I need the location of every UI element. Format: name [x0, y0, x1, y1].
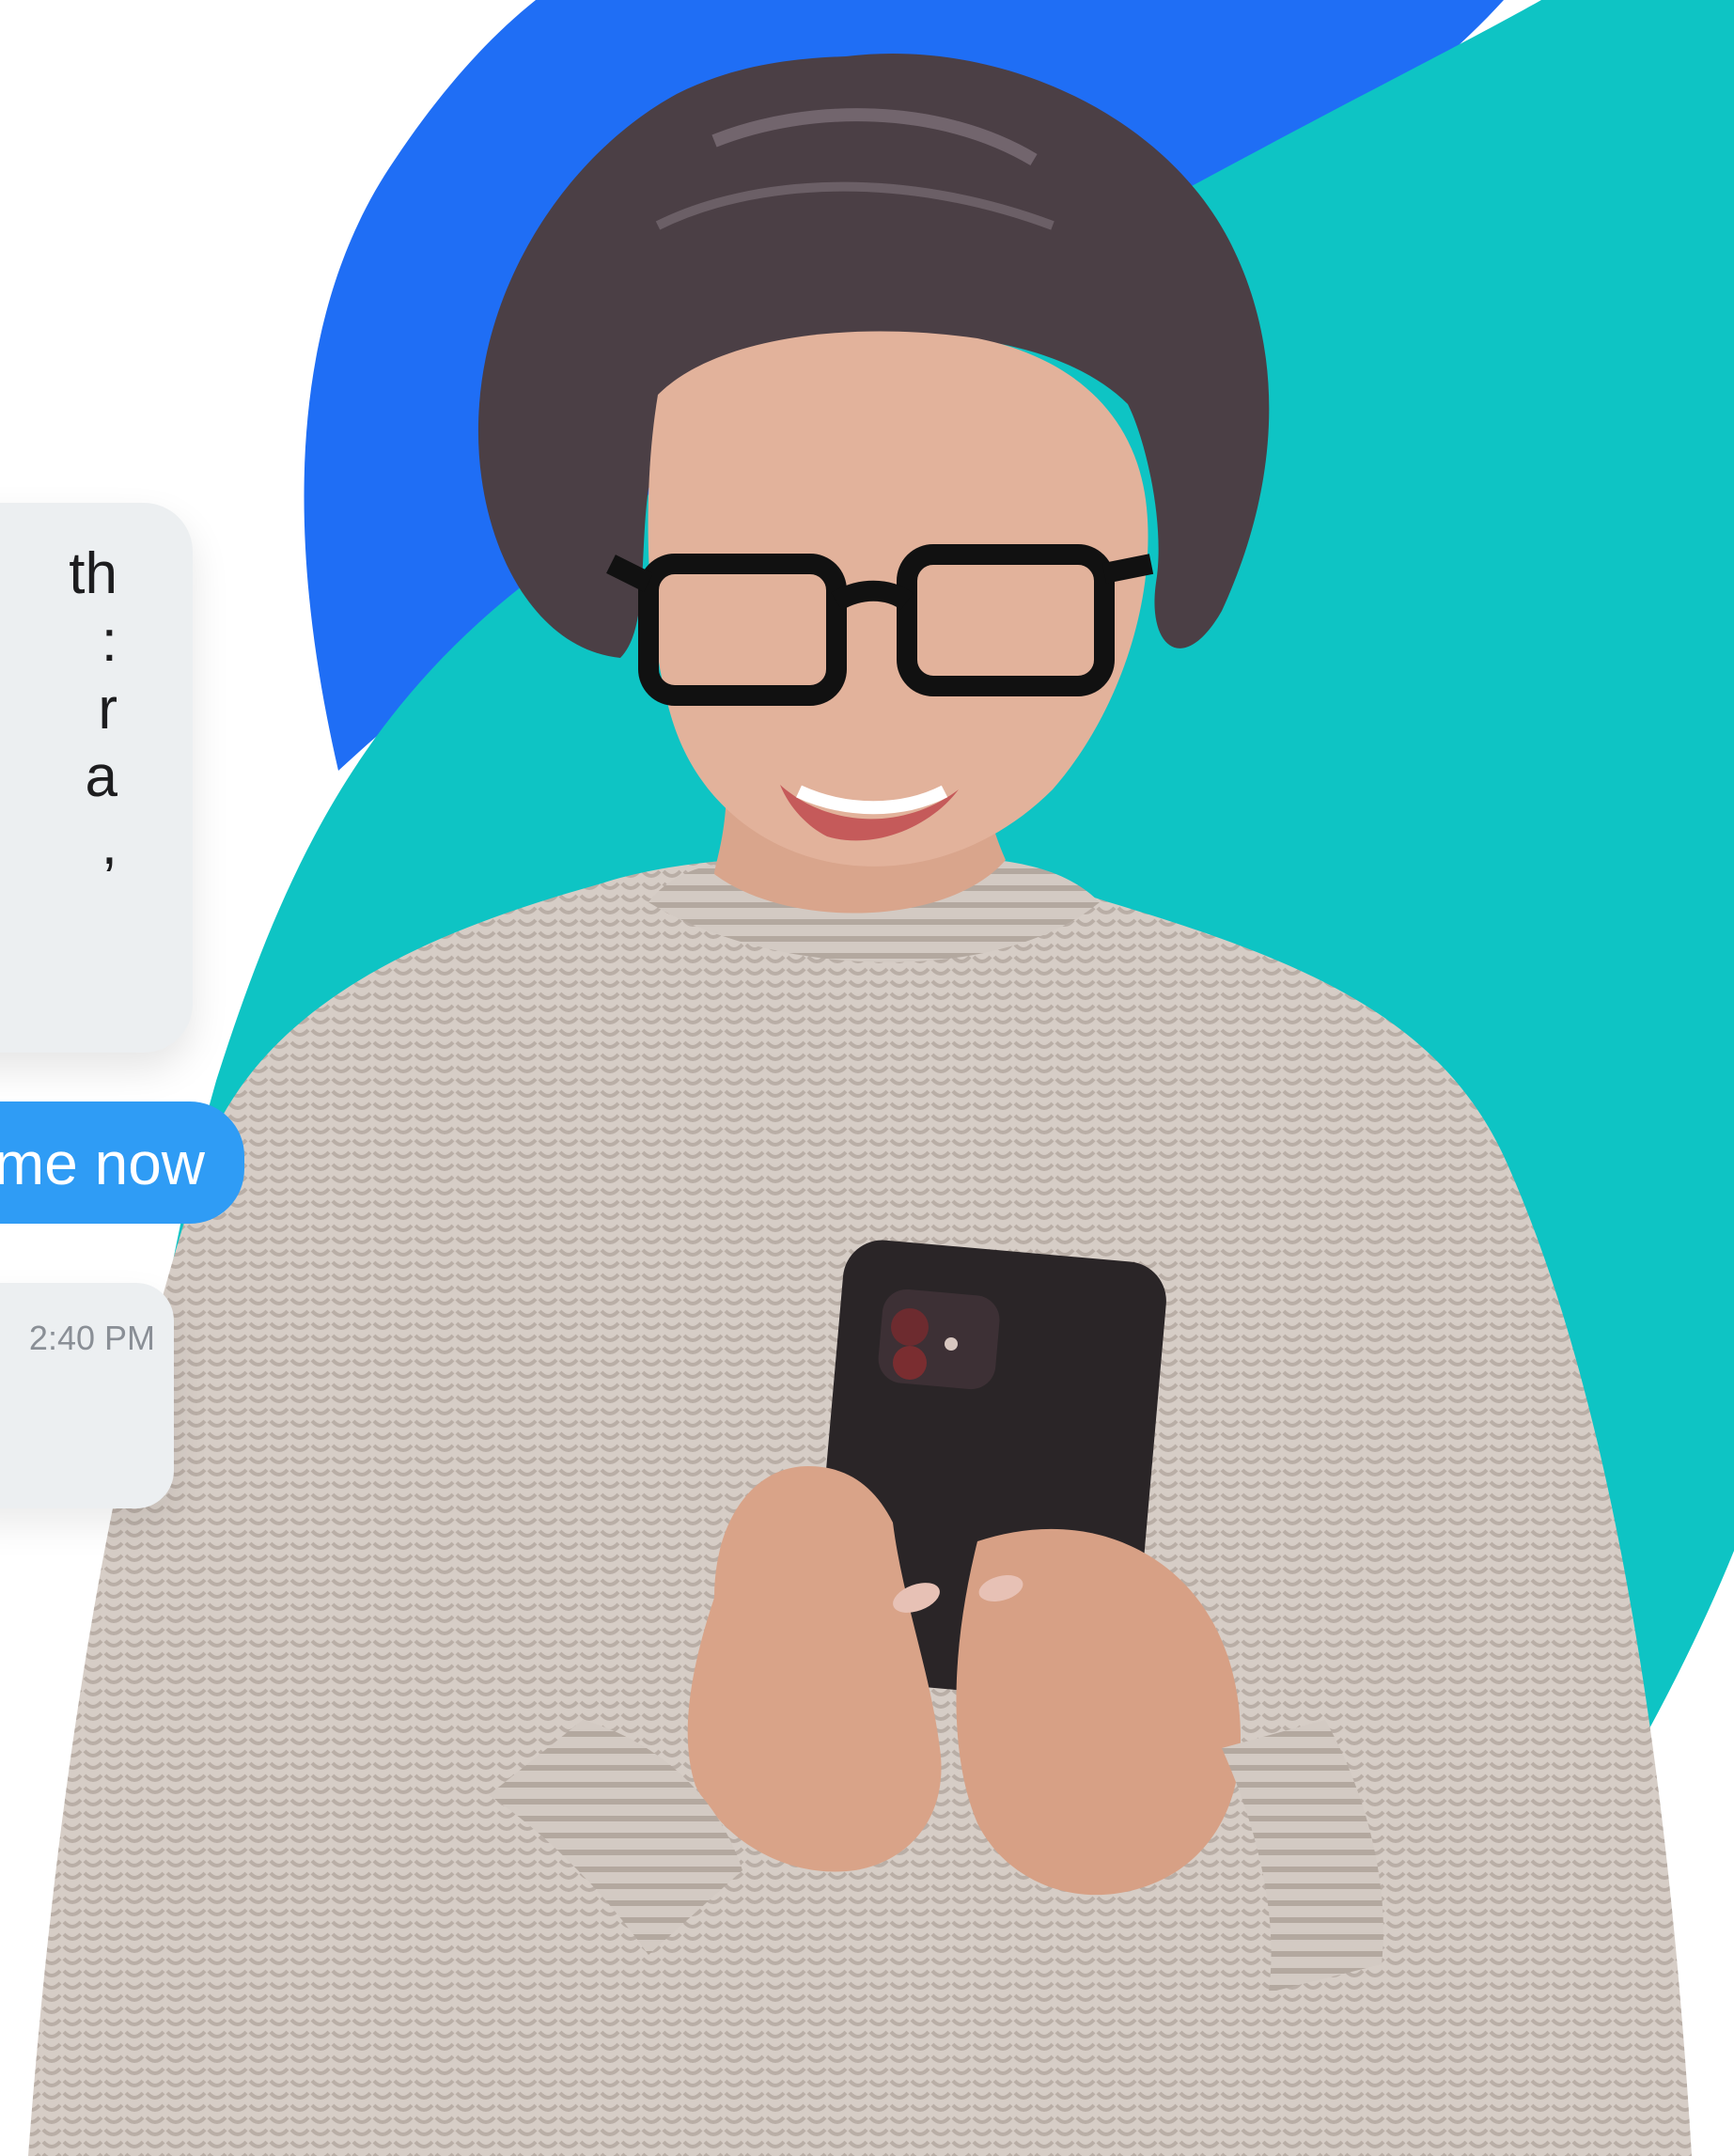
- received-line-1: th: [69, 541, 117, 606]
- received-line-3: r: [98, 677, 117, 742]
- received-line-2: :: [101, 609, 117, 674]
- sent-message-text: me now: [0, 1130, 205, 1197]
- received-message-text: th : r a ,: [0, 540, 117, 879]
- received-message-bubble: th : r a ,: [0, 503, 193, 1053]
- received-line-5: ,: [101, 812, 117, 877]
- sent-message-bubble: me now: [0, 1101, 244, 1224]
- received-line-4: a: [85, 744, 117, 809]
- woman-with-phone-photo: [28, 53, 1692, 2156]
- message-timestamp: 2:40 PM: [28, 1319, 155, 1357]
- message-timestamp-card: 2:40 PM: [0, 1283, 174, 1508]
- marketing-hero: th : r a , me now 2:40 PM: [0, 0, 1734, 2156]
